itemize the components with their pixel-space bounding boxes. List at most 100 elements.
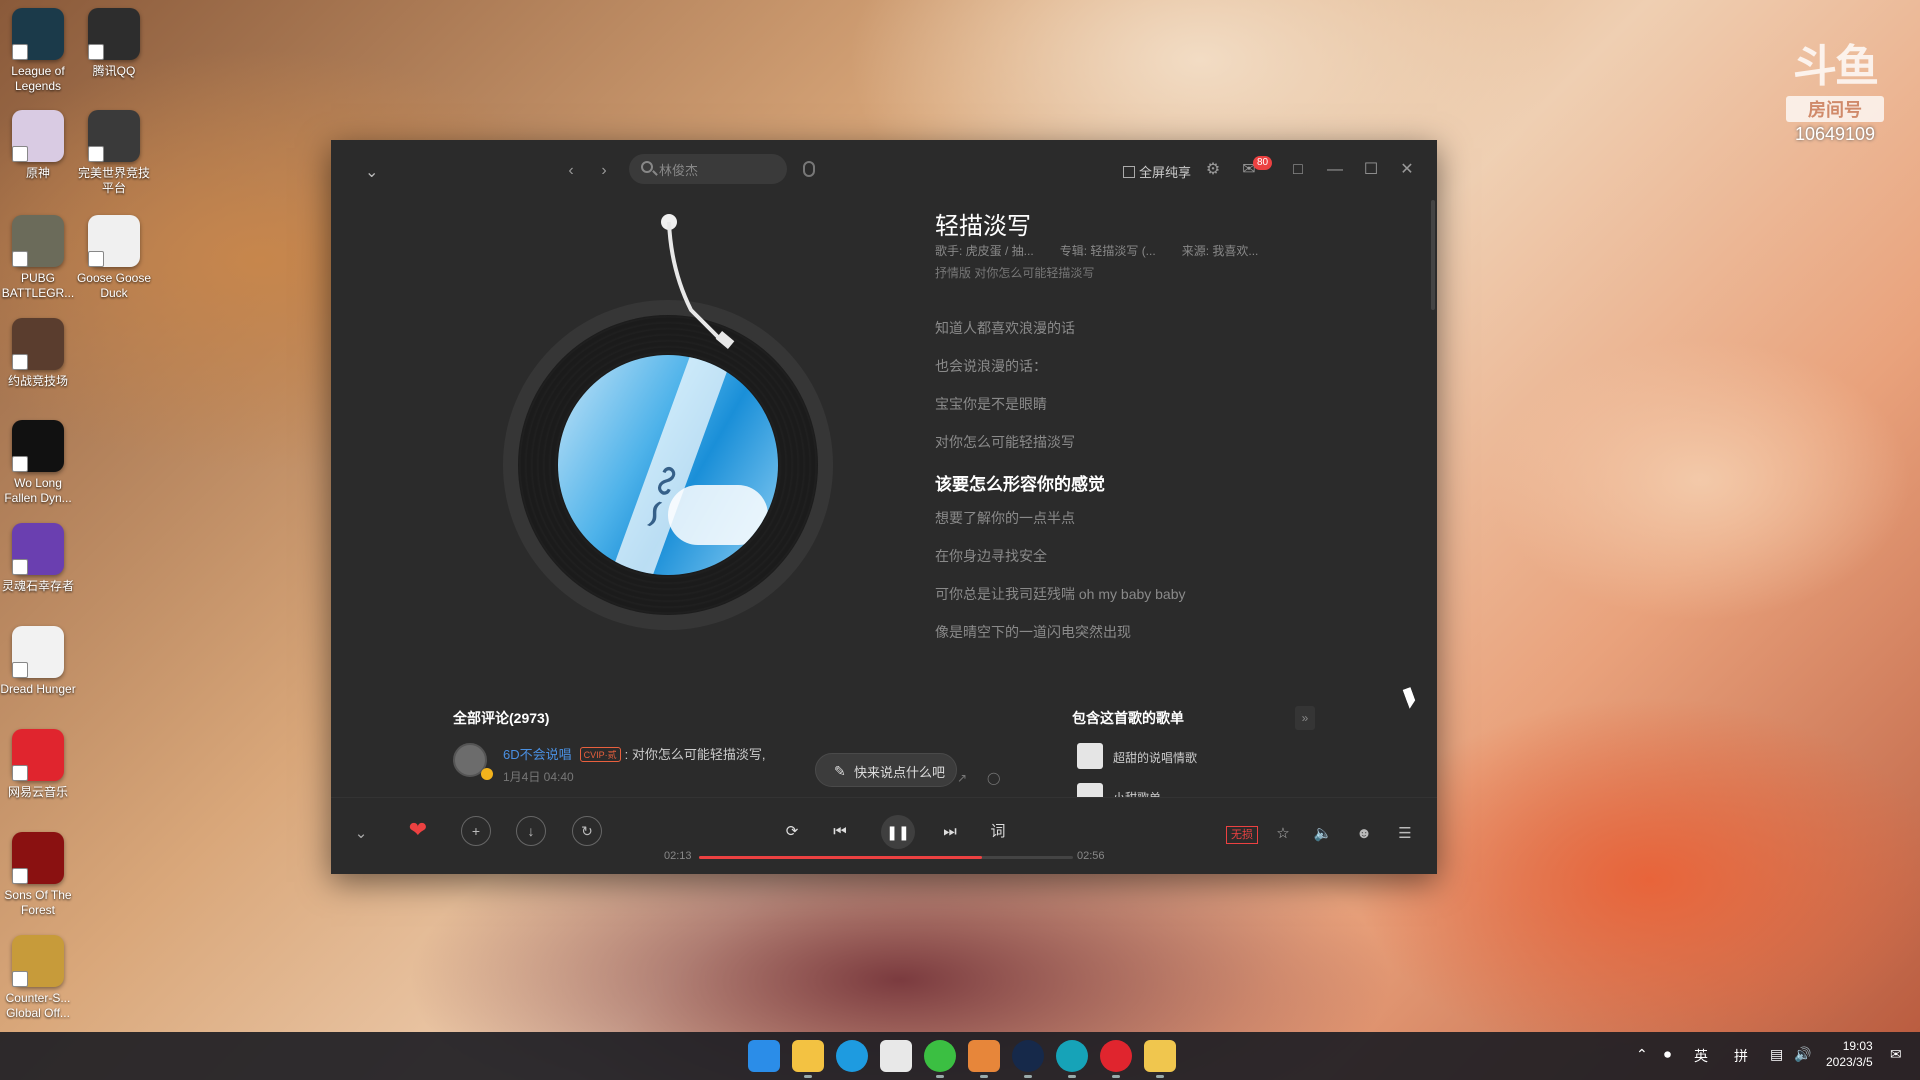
share-comment-icon[interactable]: ↗ xyxy=(957,771,971,785)
player-bar: ⌄ ❤ + ↓ ↻ ⟳ ⏮ ❚❚ ⏭ 词 02:13 02:56 无损 ☆ 🔈 … xyxy=(331,797,1437,874)
steam-icon[interactable] xyxy=(1012,1040,1044,1078)
desktop-icon-qq[interactable]: 腾讯QQ xyxy=(76,8,152,79)
progress-bar[interactable] xyxy=(699,856,1073,859)
write-comment-label: 快来说点什么吧 xyxy=(854,765,946,780)
desktop-icon-league-of-legends[interactable]: League of Legends xyxy=(0,8,76,94)
reply-comment-icon[interactable]: ◯ xyxy=(987,771,1001,785)
desktop-icon-goose-goose-duck[interactable]: Goose Goose Duck xyxy=(76,215,152,301)
netease-music-taskbar-icon[interactable] xyxy=(1100,1040,1132,1078)
download-icon[interactable]: ↓ xyxy=(516,816,546,846)
ime-language[interactable]: 英 xyxy=(1694,1046,1708,1066)
settings-gear-icon[interactable]: ⚙ xyxy=(1203,160,1223,180)
playlist-thumbnail xyxy=(1077,783,1103,797)
tonearm xyxy=(661,214,735,349)
desktop-icon-dread-hunger[interactable]: Dread Hunger xyxy=(0,626,76,697)
clock[interactable]: 19:03 2023/3/5 xyxy=(1826,1038,1873,1070)
network-icon[interactable]: ▤ xyxy=(1770,1046,1783,1063)
repeat-icon[interactable]: ⟳ xyxy=(780,820,804,844)
volume-icon[interactable]: 🔈 xyxy=(1311,822,1335,846)
desktop-icon-soulstone[interactable]: 灵魂石幸存者 xyxy=(0,523,76,594)
edge-browser-icon[interactable] xyxy=(836,1040,868,1072)
add-to-playlist-icon[interactable]: + xyxy=(461,816,491,846)
lyric-line: 也会说浪漫的话： xyxy=(935,358,1047,374)
quality-badge[interactable]: 无损 xyxy=(1226,826,1258,844)
total-time: 02:56 xyxy=(1077,850,1105,862)
desktop-icon-sons-of-the-forest[interactable]: Sons Of The Forest xyxy=(0,832,76,918)
scrollbar[interactable] xyxy=(1431,200,1435,310)
search-input[interactable]: 林俊杰 xyxy=(629,154,787,184)
playlist-item[interactable]: 超甜的说唱情歌 xyxy=(1077,743,1377,771)
desktop-icon-perfect-world[interactable]: 完美世界竞技平台 xyxy=(76,110,152,196)
desktop-icon-netease-music[interactable]: 网易云音乐 xyxy=(0,729,76,800)
comments-title: 全部评论(2973) xyxy=(453,710,550,726)
collapse-chevron-icon[interactable]: ⌄ xyxy=(349,822,373,846)
file-explorer-icon[interactable] xyxy=(792,1040,824,1078)
playlist-queue-icon[interactable]: ☰ xyxy=(1393,822,1417,846)
fullscreen-icon xyxy=(1123,166,1135,178)
listen-together-icon[interactable]: ☻ xyxy=(1352,822,1376,846)
wo-long-icon xyxy=(12,420,64,472)
next-track-icon[interactable]: ⏭ xyxy=(938,820,962,844)
desktop-icon-wo-long[interactable]: Wo Long Fallen Dyn... xyxy=(0,420,76,506)
lyric-line: 像是晴空下的一道闪电突然出现 xyxy=(935,624,1131,640)
share-icon[interactable]: ↻ xyxy=(572,816,602,846)
notification-icon[interactable]: ✉ xyxy=(1890,1046,1902,1063)
back-arrow-icon[interactable]: ‹ xyxy=(560,162,582,180)
clock-date: 2023/3/5 xyxy=(1826,1055,1873,1069)
comment-text: 6D不会说唱 CVIP·贰: 对你怎么可能轻描淡写, xyxy=(503,747,766,762)
sound-effect-icon[interactable]: ☆ xyxy=(1271,822,1295,846)
pause-button[interactable]: ❚❚ xyxy=(881,815,915,849)
lyrics-panel[interactable]: 知道人都喜欢浪漫的话 也会说浪漫的话： 宝宝你是不是眼睛 对你怎么可能轻描淡写 … xyxy=(935,318,1375,660)
yuezhan-icon xyxy=(12,318,64,370)
song-singer[interactable]: 歌手: 虎皮蛋 / 抽... xyxy=(935,244,1034,258)
write-comment-button[interactable]: ✎ 快来说点什么吧 xyxy=(815,753,957,787)
desktop-icon-pubg[interactable]: PUBG BATTLEGR... xyxy=(0,215,76,301)
microphone-icon[interactable]: ⏺ xyxy=(1664,1046,1671,1063)
lyric-line: 想要了解你的一点半点 xyxy=(935,510,1075,526)
fullscreen-share-label: 全屏纯享 xyxy=(1139,165,1192,180)
lyric-line: 在你身边寻找安全 xyxy=(935,548,1047,564)
fullscreen-share-button[interactable]: 全屏纯享 xyxy=(1123,162,1191,181)
like-heart-icon[interactable]: ❤ xyxy=(403,816,433,846)
genshin-icon xyxy=(12,110,64,162)
app-icon[interactable] xyxy=(1056,1040,1088,1078)
lyric-line: 可你总是让我司廷残喘 oh my baby baby xyxy=(935,586,1186,602)
mini-mode-icon[interactable]: □ xyxy=(1288,160,1308,180)
room-number: 10649109 xyxy=(1794,124,1876,144)
lyrics-button[interactable]: 词 xyxy=(986,820,1010,844)
playlist-name: 超甜的说唱情歌 xyxy=(1113,751,1198,765)
store-icon[interactable] xyxy=(880,1040,912,1072)
desktop-icon-csgo[interactable]: Counter-S... Global Off... xyxy=(0,935,76,1021)
dread-hunger-icon xyxy=(12,626,64,678)
app-icon[interactable] xyxy=(968,1040,1000,1078)
current-time: 02:13 xyxy=(664,850,692,862)
song-album[interactable]: 专辑: 轻描淡写 (... xyxy=(1060,244,1156,258)
tray-expand-icon[interactable]: ⌃ xyxy=(1636,1046,1648,1063)
speaker-icon[interactable]: 🔊 xyxy=(1794,1046,1811,1063)
desktop-icon-label: Sons Of The Forest xyxy=(4,888,72,917)
collapse-player-icon[interactable]: ⌄ xyxy=(365,162,381,181)
voice-search-icon[interactable] xyxy=(803,161,815,177)
search-icon xyxy=(641,161,653,173)
song-source[interactable]: 来源: 我喜欢... xyxy=(1182,244,1259,258)
ime-mode[interactable]: 拼 xyxy=(1734,1046,1748,1066)
desktop-icon-label: 灵魂石幸存者 xyxy=(1,579,74,593)
previous-track-icon[interactable]: ⏮ xyxy=(828,820,852,844)
playlists-more-icon[interactable]: » xyxy=(1295,706,1315,730)
forward-arrow-icon[interactable]: › xyxy=(593,162,615,180)
comment-content: 对你怎么可能轻描淡写, xyxy=(631,747,766,762)
room-label: 房间号 xyxy=(1786,96,1884,122)
desktop-icon-label: 腾讯QQ xyxy=(92,64,136,78)
desktop-icon-yuezhan[interactable]: 约战竞技场 xyxy=(0,318,76,389)
douyu-watermark: 斗鱼 房间号 10649109 xyxy=(1780,30,1890,145)
desktop-icon-genshin[interactable]: 原神 xyxy=(0,110,76,181)
close-icon[interactable]: ✕ xyxy=(1397,160,1417,180)
desktop-icon-label: Counter-S... Global Off... xyxy=(5,991,71,1020)
playlist-item[interactable]: 小甜歌单 xyxy=(1077,783,1377,797)
windows-start-icon[interactable] xyxy=(748,1040,780,1072)
comment-username[interactable]: 6D不会说唱 xyxy=(503,747,572,762)
maximize-icon[interactable]: ☐ xyxy=(1361,160,1381,180)
minimize-icon[interactable]: — xyxy=(1325,160,1345,180)
app-icon[interactable] xyxy=(1144,1040,1176,1078)
wechat-icon[interactable] xyxy=(924,1040,956,1078)
